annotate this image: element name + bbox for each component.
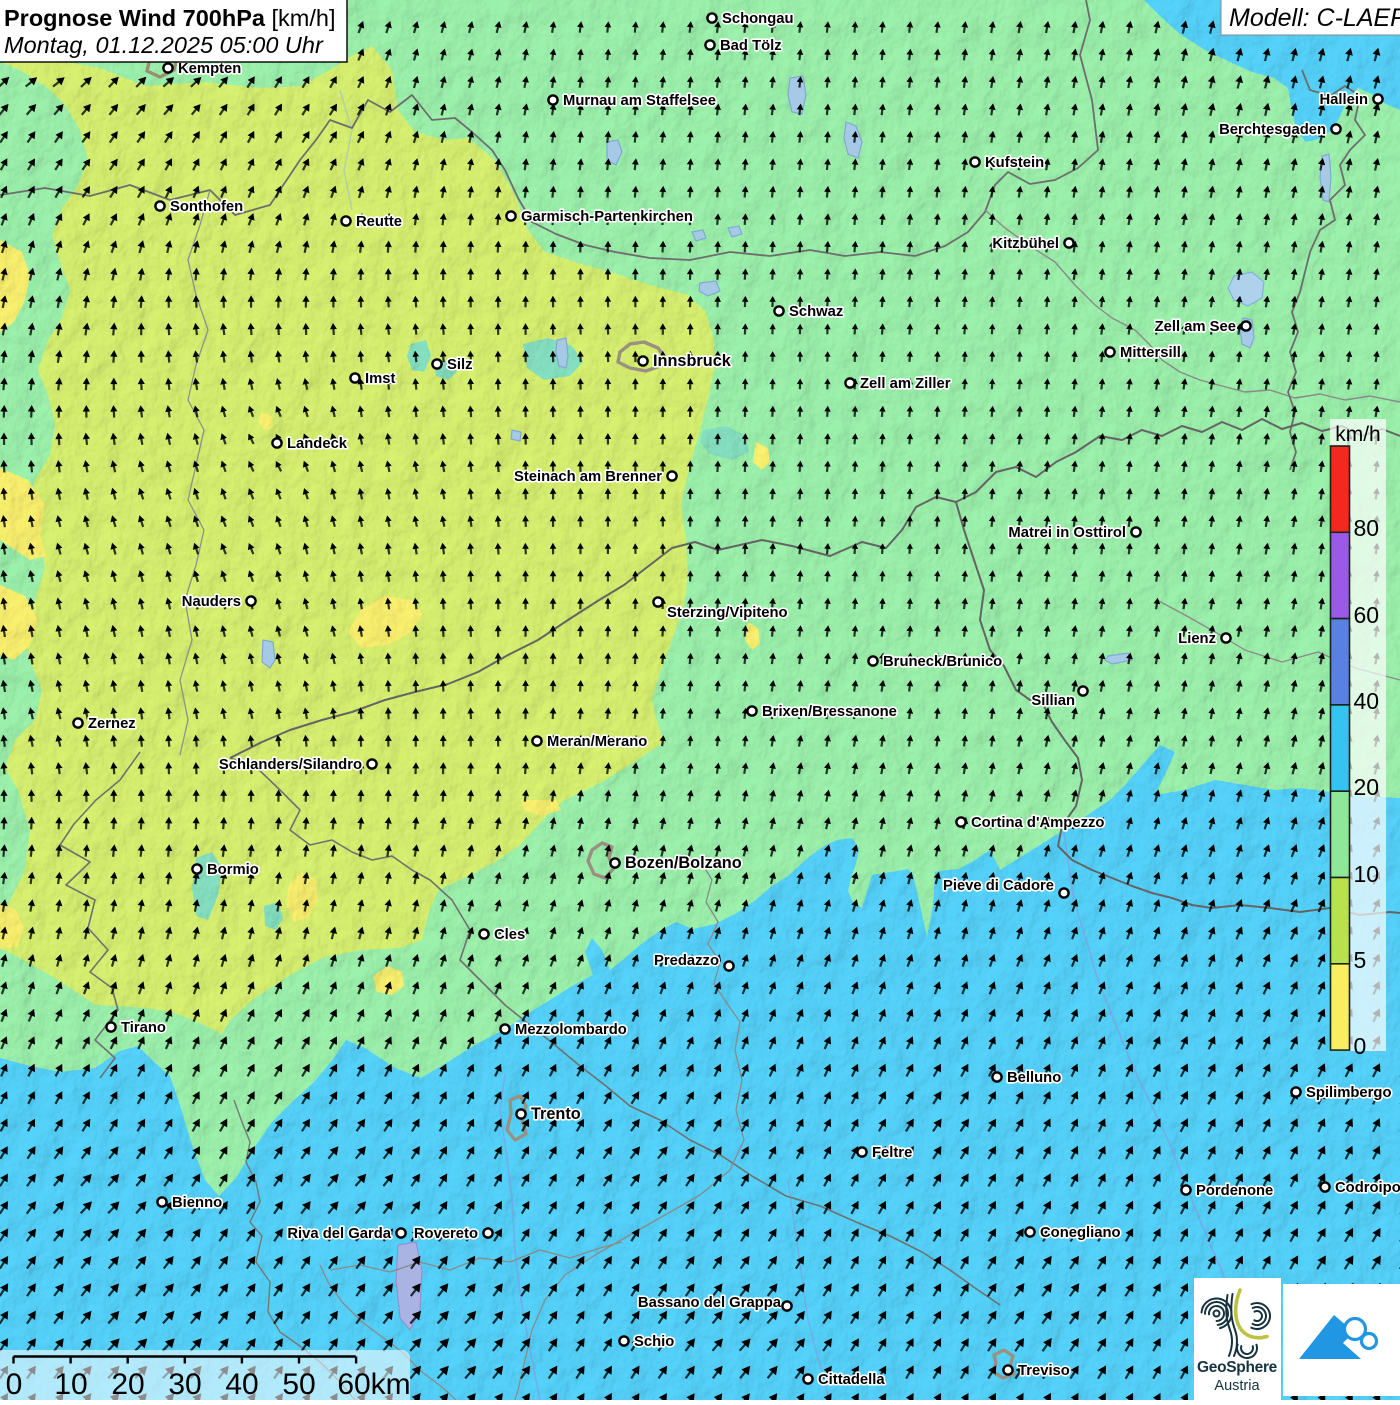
svg-text:Zell am See: Zell am See (1155, 319, 1236, 335)
svg-text:Bormio: Bormio (207, 862, 259, 878)
svg-text:Bozen/Bolzano: Bozen/Bolzano (625, 854, 742, 872)
svg-text:Innsbruck: Innsbruck (653, 352, 732, 370)
svg-text:Bienno: Bienno (172, 1195, 222, 1211)
svg-text:km/h: km/h (1335, 423, 1381, 446)
svg-text:Meran/Merano: Meran/Merano (547, 734, 647, 750)
svg-text:Zell am Ziller: Zell am Ziller (860, 376, 951, 392)
svg-text:50: 50 (282, 1368, 315, 1400)
svg-text:Lienz: Lienz (1178, 631, 1216, 647)
svg-text:0: 0 (6, 1368, 23, 1400)
svg-text:Schwaz: Schwaz (789, 304, 843, 320)
svg-text:Mittersill: Mittersill (1120, 345, 1181, 361)
svg-text:Spilimbergo: Spilimbergo (1306, 1085, 1392, 1101)
svg-text:Predazzo: Predazzo (654, 953, 719, 969)
svg-text:Belluno: Belluno (1007, 1070, 1061, 1086)
svg-text:5: 5 (1354, 947, 1367, 973)
svg-text:Schlanders/Silandro: Schlanders/Silandro (219, 757, 362, 773)
svg-text:Pieve di Cadore: Pieve di Cadore (943, 878, 1054, 894)
svg-text:Conegliano: Conegliano (1040, 1225, 1121, 1241)
svg-text:20: 20 (1354, 774, 1380, 800)
svg-text:10: 10 (54, 1368, 87, 1400)
svg-text:Cortina d'Ampezzo: Cortina d'Ampezzo (971, 815, 1104, 831)
svg-text:60km: 60km (337, 1368, 410, 1400)
svg-text:Sonthofen: Sonthofen (170, 199, 243, 215)
svg-text:Silz: Silz (447, 357, 473, 373)
svg-text:Steinach am Brenner: Steinach am Brenner (514, 469, 662, 485)
svg-text:0: 0 (1354, 1033, 1367, 1059)
svg-text:Austria: Austria (1214, 1378, 1260, 1394)
svg-text:Zernez: Zernez (88, 716, 136, 732)
svg-text:Rovereto: Rovereto (414, 1226, 478, 1242)
svg-text:Codroipo: Codroipo (1335, 1180, 1400, 1196)
svg-text:Reutte: Reutte (356, 214, 402, 230)
svg-text:Matrei in Osttirol: Matrei in Osttirol (1008, 525, 1126, 541)
svg-text:Kufstein: Kufstein (985, 155, 1044, 171)
svg-text:Prognose Wind 700hPa [km/h]: Prognose Wind 700hPa [km/h] (4, 5, 335, 31)
svg-text:Landeck: Landeck (287, 436, 348, 452)
svg-text:Cittadella: Cittadella (818, 1372, 885, 1388)
svg-text:Kitzbühel: Kitzbühel (992, 236, 1059, 252)
svg-text:60: 60 (1354, 602, 1380, 628)
svg-text:Bruneck/Brunico: Bruneck/Brunico (883, 654, 1002, 670)
svg-text:Schongau: Schongau (722, 11, 794, 27)
svg-text:Montag, 01.12.2025 05:00 Uhr: Montag, 01.12.2025 05:00 Uhr (4, 32, 324, 58)
svg-text:Mezzolombardo: Mezzolombardo (515, 1022, 627, 1038)
svg-text:Schio: Schio (634, 1334, 674, 1350)
svg-text:Cles: Cles (494, 927, 525, 943)
svg-text:Berchtesgaden: Berchtesgaden (1219, 122, 1326, 138)
svg-text:30: 30 (168, 1368, 201, 1400)
svg-text:40: 40 (1354, 688, 1380, 714)
svg-text:Pordenone: Pordenone (1196, 1183, 1273, 1199)
svg-text:20: 20 (111, 1368, 144, 1400)
svg-text:Brixen/Bressanone: Brixen/Bressanone (762, 704, 897, 720)
svg-text:Riva del Garda: Riva del Garda (287, 1226, 391, 1242)
svg-text:40: 40 (225, 1368, 258, 1400)
svg-text:Tirano: Tirano (121, 1020, 166, 1036)
svg-text:Bad Tölz: Bad Tölz (720, 38, 782, 54)
svg-text:GeoSphere: GeoSphere (1197, 1359, 1278, 1376)
svg-text:Nauders: Nauders (182, 594, 241, 610)
svg-text:Treviso: Treviso (1018, 1363, 1070, 1379)
svg-text:10: 10 (1354, 861, 1380, 887)
svg-text:Imst: Imst (365, 371, 395, 387)
svg-text:Hallein: Hallein (1319, 92, 1368, 108)
svg-text:Sterzing/Vipiteno: Sterzing/Vipiteno (667, 605, 788, 621)
svg-text:Kempten: Kempten (178, 61, 241, 77)
svg-text:Murnau am Staffelsee: Murnau am Staffelsee (563, 93, 716, 109)
svg-text:Trento: Trento (531, 1105, 581, 1123)
svg-text:Modell: C-LAEF: Modell: C-LAEF (1229, 4, 1400, 32)
svg-text:Feltre: Feltre (872, 1145, 912, 1161)
svg-text:80: 80 (1354, 515, 1380, 541)
svg-text:Sillian: Sillian (1031, 693, 1075, 709)
svg-text:Garmisch-Partenkirchen: Garmisch-Partenkirchen (521, 209, 693, 225)
svg-text:Bassano del Grappa: Bassano del Grappa (638, 1295, 782, 1311)
